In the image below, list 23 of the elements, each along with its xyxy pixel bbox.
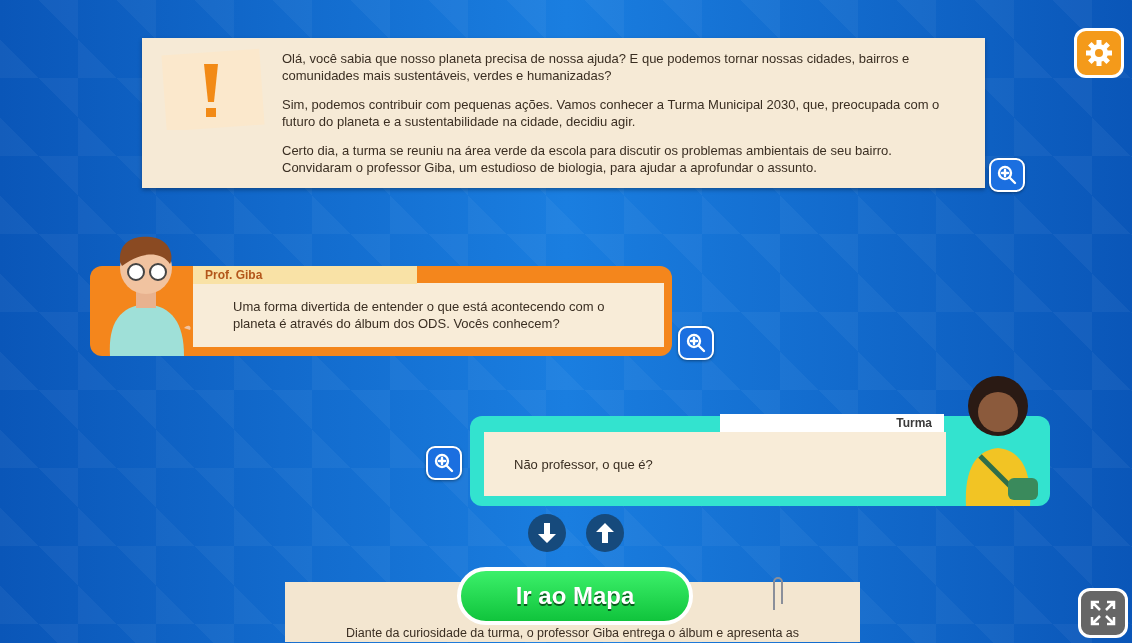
fullscreen-icon xyxy=(1090,600,1116,626)
magnifier-plus-icon xyxy=(434,453,454,473)
narration-paragraph: Diante da curiosidade da turma, o professor Giba entrega o álbum e apresenta as xyxy=(344,626,800,640)
dialogue-text: Não professor, o que é? xyxy=(514,455,653,473)
zoom-button[interactable] xyxy=(678,326,714,360)
fullscreen-button[interactable] xyxy=(1078,588,1128,638)
arrow-down-icon xyxy=(537,522,557,544)
settings-button[interactable] xyxy=(1074,28,1124,78)
zoom-button[interactable] xyxy=(989,158,1025,192)
magnifier-plus-icon xyxy=(997,165,1017,185)
magnifier-plus-icon xyxy=(686,333,706,353)
speaker-name: Turma xyxy=(720,414,944,432)
scroll-up-button[interactable] xyxy=(586,514,624,552)
settings-icon xyxy=(1085,39,1113,67)
arrow-up-icon xyxy=(595,522,615,544)
zoom-button[interactable] xyxy=(426,446,462,480)
scroll-down-button[interactable] xyxy=(528,514,566,552)
narration-paragraph: Certo dia, a turma se reuniu na área verde da escola para discutir os problemas ambientais de seu bairro. Convidaram o professor Giba, um estudioso de biologia, para ajudar a aprofundar o assunto. xyxy=(282,142,893,176)
narration-paragraph: Olá, você sabia que nosso planeta precisa de nossa ajuda? E que podemos tornar nossas cidades, bairros e comunidades mais sustentáveis, verdes e humanizadas? xyxy=(282,50,911,84)
narration-paragraph: Sim, podemos contribuir com pequenas ações. Vamos conhecer a Turma Municipal 2030, que, preocupada com o futuro do planeta e a sustentabilidade na cidade, decidiu agir. xyxy=(282,96,941,130)
speaker-name: Prof. Giba xyxy=(193,266,417,284)
dialogue-text: Uma forma divertida de entender o que está acontecendo com o planeta é através do álbum dos ODS. Vocês conhecem? xyxy=(233,298,606,332)
map-button[interactable]: Ir ao Mapa xyxy=(457,567,693,625)
